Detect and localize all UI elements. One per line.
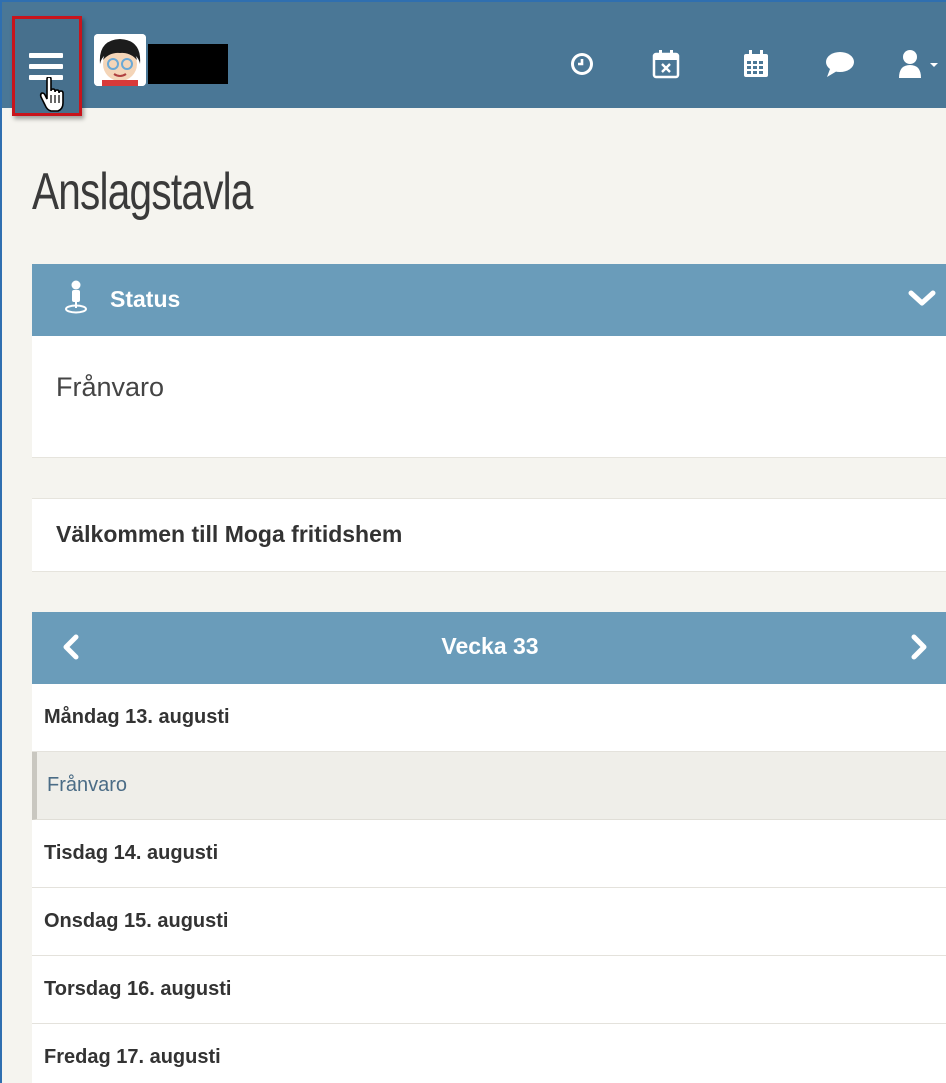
status-panel-title: Status — [110, 286, 181, 312]
status-panel-body: Frånvaro — [32, 336, 946, 458]
hamburger-menu-icon — [29, 53, 63, 80]
day-label: Onsdag 15. augusti — [44, 910, 229, 932]
status-panel-header[interactable]: Status — [32, 264, 946, 336]
day-row-friday[interactable]: Fredag 17. augusti — [32, 1024, 946, 1083]
welcome-panel: Välkommen till Moga fritidshem — [32, 498, 946, 572]
user-icon[interactable] — [898, 42, 938, 86]
menu-button[interactable] — [12, 16, 82, 116]
day-label: Torsdag 16. augusti — [44, 978, 232, 1000]
app-window: Anslagstavla Status Frånvaro Välkommen t… — [0, 0, 946, 1083]
avatar[interactable] — [94, 34, 146, 86]
day-row-wednesday[interactable]: Onsdag 15. augusti — [32, 888, 946, 956]
day-label: Tisdag 14. augusti — [44, 842, 219, 864]
entry-label: Frånvaro — [47, 774, 128, 796]
chevron-right-icon[interactable] — [908, 634, 930, 665]
user-name-redacted — [148, 44, 228, 84]
week-panel-header: Vecka 33 — [32, 612, 946, 684]
hand-cursor-icon — [39, 76, 69, 118]
day-row-tuesday[interactable]: Tisdag 14. augusti — [32, 820, 946, 888]
chevron-down-icon[interactable] — [908, 286, 936, 315]
page-title: Anslagstavla — [32, 163, 253, 221]
week-title: Vecka 33 — [441, 633, 539, 659]
day-entry-absence[interactable]: Frånvaro — [32, 752, 946, 820]
calendar-x-icon[interactable] — [646, 42, 686, 86]
calendar-icon[interactable] — [736, 42, 776, 86]
top-navigation-bar — [2, 2, 946, 108]
day-row-thursday[interactable]: Torsdag 16. augusti — [32, 956, 946, 1024]
location-pin-icon — [64, 280, 88, 319]
status-value: Frånvaro — [56, 372, 165, 402]
clock-icon[interactable] — [562, 42, 602, 86]
day-row-monday[interactable]: Måndag 13. augusti — [32, 684, 946, 752]
day-label: Fredag 17. augusti — [44, 1046, 221, 1068]
welcome-text: Välkommen till Moga fritidshem — [56, 521, 403, 547]
chat-bubble-icon[interactable] — [820, 42, 860, 86]
day-label: Måndag 13. augusti — [44, 706, 230, 728]
